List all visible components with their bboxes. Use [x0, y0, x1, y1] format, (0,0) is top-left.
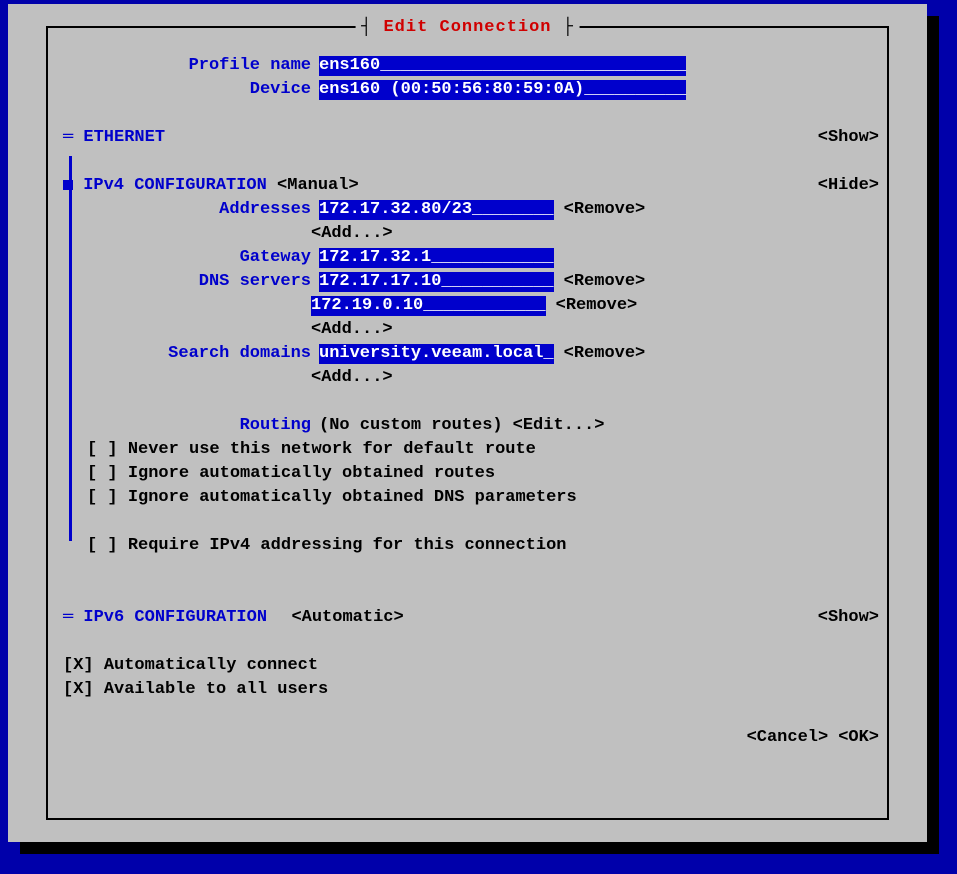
ipv6-marker: ═ [63, 608, 73, 627]
profile-name-label: Profile name [63, 56, 319, 76]
addresses-label: Addresses [63, 200, 319, 220]
ipv4-mode-select[interactable]: <Manual> [277, 176, 359, 196]
cancel-button[interactable]: <Cancel> [747, 728, 829, 748]
cb-ignore-routes[interactable]: [ ] [87, 464, 128, 484]
address-input-0[interactable]: 172.17.32.80/23________ [319, 200, 554, 220]
ipv4-label: IPv4 CONFIGURATION [83, 176, 267, 195]
search-domain-add-button[interactable]: <Add...> [311, 368, 393, 388]
cb-auto-connect[interactable]: [X] [63, 656, 104, 676]
dns-remove-0[interactable]: <Remove> [564, 272, 646, 292]
cb-never-default-route-label: Never use this network for default route [128, 440, 536, 460]
ipv4-section-bar [69, 156, 72, 541]
cb-never-default-route[interactable]: [ ] [87, 440, 128, 460]
device-label: Device [63, 80, 319, 100]
title-text: Edit Connection [383, 18, 551, 37]
ok-button[interactable]: <OK> [838, 728, 879, 748]
gateway-input[interactable]: 172.17.32.1____________ [319, 248, 554, 268]
routing-edit-button[interactable]: <Edit...> [513, 416, 605, 436]
search-domain-remove-0[interactable]: <Remove> [564, 344, 646, 364]
dns-label: DNS servers [63, 272, 319, 292]
ipv4-hide-button[interactable]: <Hide> [818, 176, 879, 200]
cb-require-ipv4-label: Require IPv4 addressing for this connect… [128, 536, 567, 556]
gateway-label: Gateway [63, 248, 319, 268]
cb-ignore-dns-label: Ignore automatically obtained DNS parame… [128, 488, 577, 508]
ethernet-label: ETHERNET [83, 128, 165, 147]
address-add-button[interactable]: <Add...> [311, 224, 393, 244]
dns-remove-1[interactable]: <Remove> [556, 296, 638, 316]
ethernet-show-button[interactable]: <Show> [818, 128, 879, 152]
profile-name-input[interactable]: ens160______________________________ [319, 56, 686, 76]
ipv6-show-button[interactable]: <Show> [818, 608, 879, 632]
edit-connection-dialog: ┤ Edit Connection ├ Profile name ens160_… [8, 4, 927, 842]
device-input[interactable]: ens160 (00:50:56:80:59:0A)__________ [319, 80, 686, 100]
address-remove-0[interactable]: <Remove> [564, 200, 646, 220]
cb-auto-connect-label: Automatically connect [104, 656, 318, 676]
search-domain-input-0[interactable]: university.veeam.local_ [319, 344, 554, 364]
dialog-title: ┤ Edit Connection ├ [355, 18, 580, 38]
dns-add-button[interactable]: <Add...> [311, 320, 393, 340]
cb-require-ipv4[interactable]: [ ] [87, 536, 128, 556]
dns-input-0[interactable]: 172.17.17.10___________ [319, 272, 554, 292]
cb-all-users-label: Available to all users [104, 680, 328, 700]
cb-all-users[interactable]: [X] [63, 680, 104, 700]
ethernet-marker: ═ [63, 128, 73, 147]
title-prefix: ┤ [361, 18, 383, 37]
routing-status: (No custom routes) [319, 416, 503, 436]
title-suffix: ├ [552, 18, 574, 37]
cb-ignore-dns[interactable]: [ ] [87, 488, 128, 508]
ipv6-label: IPv6 CONFIGURATION [83, 608, 267, 627]
dns-input-1[interactable]: 172.19.0.10____________ [311, 296, 546, 316]
search-domains-label: Search domains [63, 344, 319, 364]
routing-label: Routing [63, 416, 319, 436]
ipv6-mode-select[interactable]: <Automatic> [291, 608, 403, 628]
cb-ignore-routes-label: Ignore automatically obtained routes [128, 464, 495, 484]
